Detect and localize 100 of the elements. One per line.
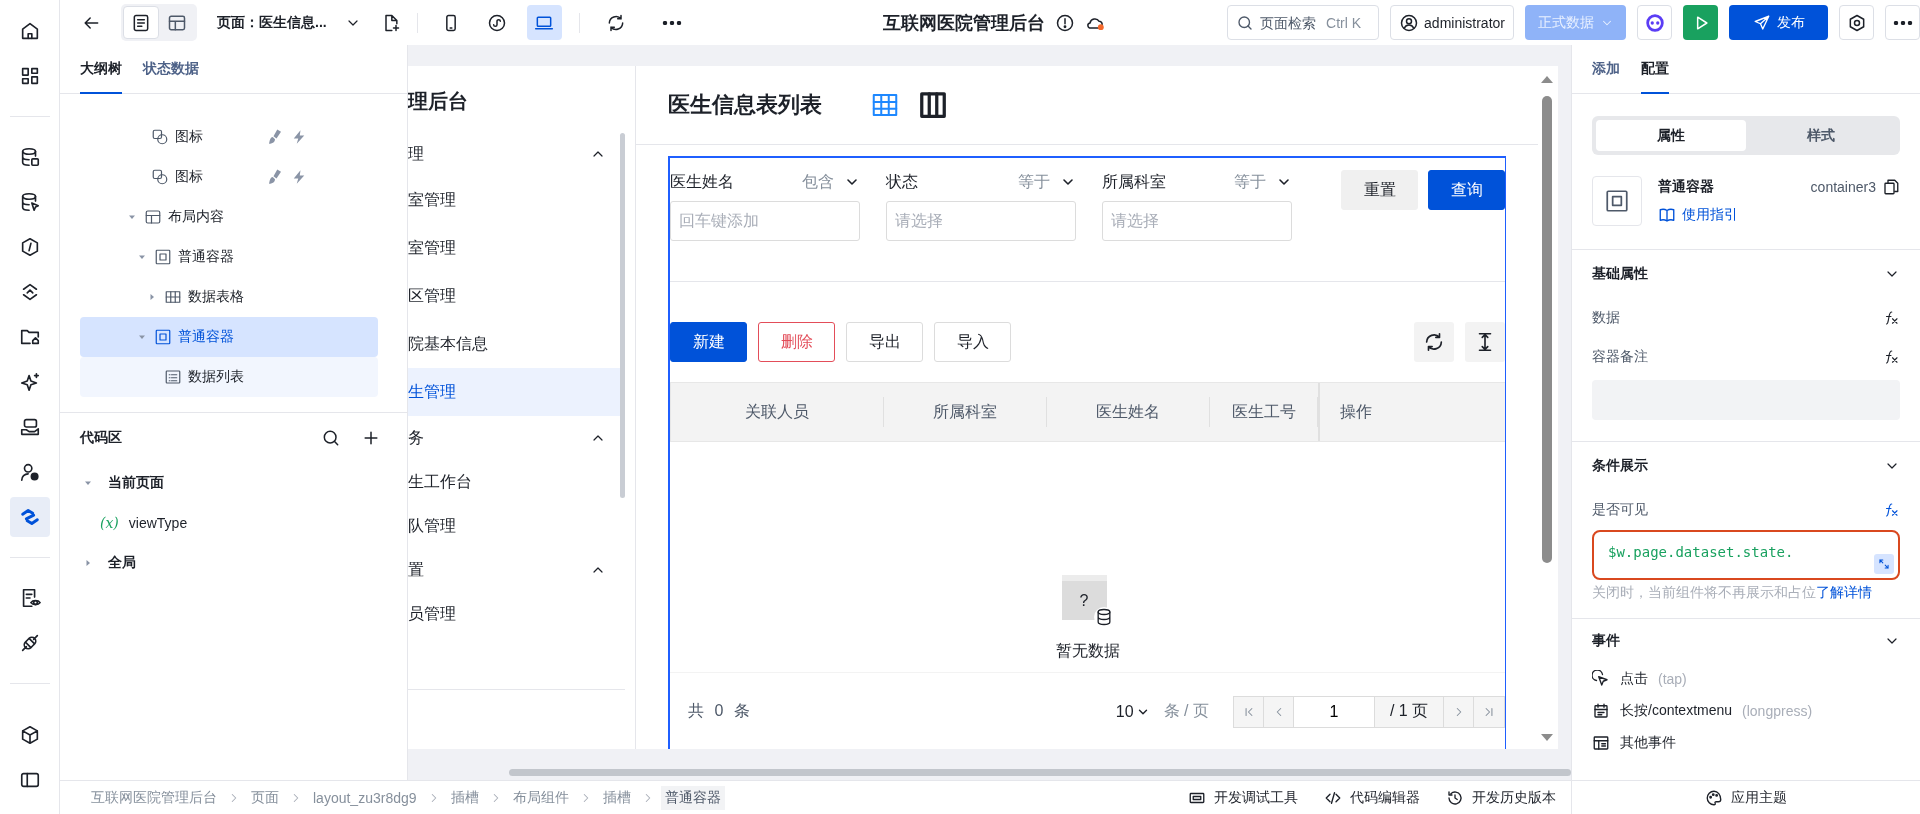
section-title: 基础属性 — [1592, 265, 1648, 283]
container-icon — [1604, 188, 1630, 214]
rail-button[interactable] — [9, 497, 50, 537]
shapes-icon — [151, 128, 169, 146]
tool-button[interactable]: 开发历史版本 — [1446, 789, 1556, 807]
assistant-button[interactable] — [1637, 5, 1672, 40]
page-input[interactable]: 1 — [1294, 696, 1375, 727]
app-title: 理后台 — [408, 89, 469, 114]
brush-icon[interactable] — [266, 168, 284, 186]
segment-tab[interactable]: 样式 — [1746, 120, 1896, 151]
filter-input[interactable]: 回车键添加 — [670, 201, 860, 241]
default-button[interactable]: 导入 — [934, 322, 1011, 362]
section-title: 事件 — [1592, 632, 1620, 650]
nav-item[interactable]: 室管理 — [408, 224, 620, 272]
book-icon — [1658, 206, 1676, 224]
nav-item[interactable]: 生工作台 — [408, 460, 620, 504]
robot-icon — [1643, 11, 1666, 34]
tree-item[interactable]: 数据表格 — [80, 277, 378, 317]
filter-input[interactable]: 请选择 — [1102, 201, 1292, 241]
tool-button[interactable]: 开发调试工具 — [1188, 789, 1298, 807]
expand-button[interactable] — [1874, 554, 1894, 574]
primary-button[interactable]: 新建 — [670, 322, 747, 362]
tree-item[interactable]: 普通容器 — [80, 237, 378, 277]
panel-tab[interactable]: 配置 — [1641, 45, 1669, 94]
nav-item[interactable]: 队管理 — [408, 504, 620, 548]
default-button[interactable]: 导出 — [846, 322, 923, 362]
panel-icon — [1592, 734, 1610, 752]
panel-tab[interactable]: 状态数据 — [143, 45, 199, 94]
code-group[interactable]: 当前页面 — [80, 463, 387, 503]
pointer-icon — [1592, 670, 1610, 688]
app-title: 互联网医院管理后台 — [883, 11, 1046, 35]
filter-label: 状态 — [886, 171, 919, 192]
history-icon — [1446, 789, 1464, 807]
panel-tab[interactable]: 大纲树 — [80, 45, 122, 94]
page-select[interactable]: 页面：医生信息... — [217, 13, 361, 32]
tool-button[interactable]: 代码编辑器 — [1324, 789, 1420, 807]
publish-button[interactable]: 发布 — [1729, 5, 1828, 40]
column-header: 操作 — [1318, 383, 1505, 441]
brush-icon[interactable] — [266, 128, 284, 146]
filter-input[interactable]: 请选择 — [886, 201, 1076, 241]
user-button[interactable]: administrator — [1390, 5, 1514, 40]
nav-item[interactable]: 员管理 — [408, 592, 620, 636]
nav-item[interactable]: 室管理 — [408, 176, 620, 224]
event-code: (tap) — [1658, 671, 1687, 687]
tree-item[interactable]: 图标 — [80, 117, 378, 157]
tree-item[interactable]: 布局内容 — [80, 197, 378, 237]
column-header: 所属科室 — [884, 397, 1047, 427]
breadcrumb-link[interactable]: 普通容器 — [660, 786, 725, 810]
property-label: 容器备注 — [1592, 347, 1648, 366]
nav-item[interactable]: 院基本信息 — [408, 320, 620, 368]
learn-more-link[interactable]: 了解详情 — [1816, 584, 1872, 600]
copy-icon[interactable] — [1882, 178, 1900, 196]
column-header: 医生姓名 — [1047, 397, 1210, 427]
more-icon — [661, 20, 682, 25]
event-name: 点击 — [1620, 670, 1648, 688]
outline-view-button[interactable] — [123, 6, 159, 39]
total-count: 共 0 条 — [688, 701, 751, 721]
layout-icon — [144, 208, 162, 226]
segment-tab[interactable]: 属性 — [1596, 120, 1746, 151]
search-icon — [321, 428, 341, 448]
code-icon — [1324, 789, 1342, 807]
document-icon — [131, 12, 151, 33]
query-button[interactable]: 查询 — [1428, 170, 1505, 210]
table-icon — [164, 288, 182, 306]
event-code: (longpress) — [1742, 703, 1813, 719]
tree-item[interactable]: 图标 — [80, 157, 378, 197]
refresh-icon — [1423, 331, 1445, 353]
preview-button[interactable] — [1683, 5, 1718, 40]
theme-button[interactable]: 应用主题 — [1705, 781, 1787, 814]
row-height-button[interactable] — [1465, 322, 1505, 362]
tree-item[interactable]: 普通容器 — [80, 317, 378, 357]
settings-button[interactable] — [1839, 5, 1874, 40]
user-icon — [18, 461, 41, 483]
info-icon — [1055, 12, 1076, 33]
more-button[interactable] — [1885, 5, 1920, 40]
filter-label: 所属科室 — [1102, 171, 1167, 192]
nav-item[interactable]: 生管理 — [408, 368, 620, 416]
reset-button[interactable]: 重置 — [1341, 170, 1418, 210]
nav-item[interactable]: 区管理 — [408, 272, 620, 320]
container-icon — [154, 328, 172, 346]
page-size-select[interactable]: 10 — [1115, 702, 1150, 721]
empty-text: 暂无数据 — [1055, 641, 1120, 661]
guide-link[interactable]: 使用指引 — [1658, 206, 1900, 224]
device-button[interactable] — [526, 5, 562, 40]
tree-item[interactable]: 数据列表 — [80, 357, 378, 397]
panel-tab[interactable]: 添加 — [1592, 45, 1620, 94]
component-id: container3 — [1810, 179, 1876, 195]
columns-icon[interactable] — [918, 90, 948, 120]
code-group[interactable]: 全局 — [80, 543, 387, 583]
danger-button[interactable]: 删除 — [758, 322, 835, 362]
page-size-unit: 条 / 页 — [1163, 701, 1209, 721]
column-header: 关联人员 — [671, 397, 884, 427]
page-total: / 1 页 — [1375, 696, 1444, 727]
event-name: 长按/contextmenu — [1620, 702, 1733, 720]
refresh-button[interactable] — [1414, 322, 1454, 362]
property-label: 是否可见 — [1592, 500, 1648, 519]
help-text: 关闭时，当前组件将不再展示和占位了解详情 — [1592, 583, 1873, 602]
logic-icon — [18, 506, 41, 528]
variable-name: viewType — [128, 515, 188, 531]
section-title: 代码区 — [80, 429, 123, 447]
